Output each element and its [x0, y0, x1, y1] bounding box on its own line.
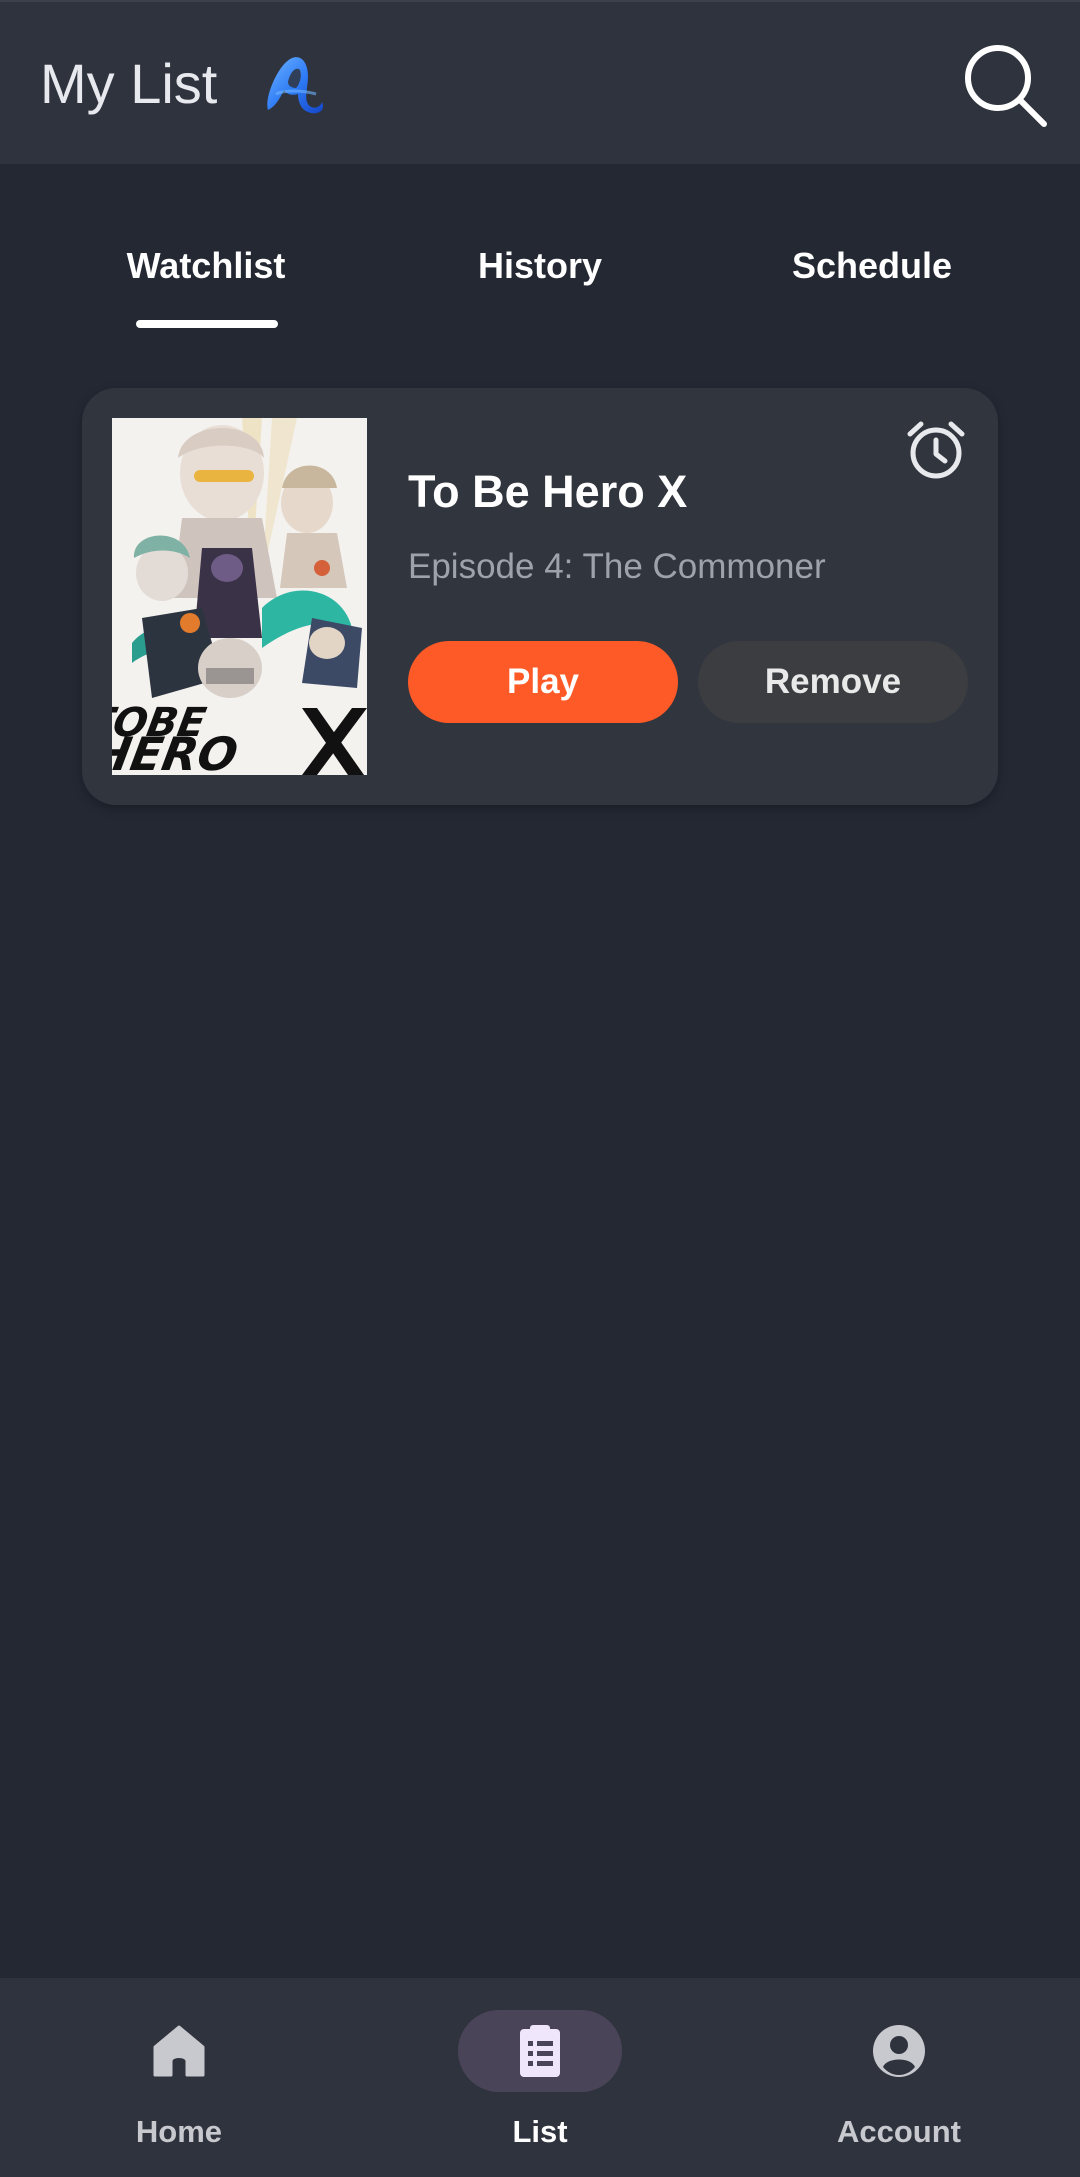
tab-watchlist[interactable]: Watchlist: [100, 244, 312, 288]
remove-button[interactable]: Remove: [698, 641, 968, 723]
nav-label-list: List: [512, 2114, 568, 2149]
nav-label-account: Account: [837, 2114, 961, 2149]
bottom-navigation-bar: Home List Account: [0, 1978, 1080, 2177]
nav-item-home[interactable]: Home: [59, 1978, 299, 2177]
play-button[interactable]: Play: [408, 641, 678, 723]
poster-artwork: TOBE HERO: [112, 418, 367, 775]
show-title[interactable]: To Be Hero X: [408, 466, 687, 518]
app-root: My List Watchlist History Schedule TOBE …: [0, 0, 1080, 2177]
blue-a-logo-icon: [267, 57, 324, 114]
tab-schedule[interactable]: Schedule: [762, 244, 982, 288]
selected-tab-indicator: [136, 320, 278, 328]
search-icon[interactable]: [960, 40, 1050, 130]
tab-bar: Watchlist History Schedule: [0, 164, 1080, 334]
alarm-clock-icon[interactable]: [904, 418, 968, 482]
nav-item-account[interactable]: Account: [779, 1978, 1019, 2177]
nav-item-list[interactable]: List: [420, 1978, 660, 2177]
top-app-bar: My List: [0, 0, 1080, 164]
account-circle-icon: [873, 2025, 925, 2077]
episode-subtitle: Episode 4: The Commoner: [408, 547, 826, 586]
nav-label-home: Home: [135, 2114, 223, 2149]
tab-history[interactable]: History: [440, 244, 640, 288]
page-title: My List: [40, 52, 218, 115]
watchlist-card[interactable]: TOBE HERO To Be Hero X Episode 4: The Co…: [82, 388, 998, 805]
clipboard-list-icon: [520, 2025, 560, 2077]
show-poster[interactable]: TOBE HERO: [112, 418, 367, 775]
home-icon: [153, 2025, 205, 2077]
svg-text:HERO: HERO: [112, 727, 242, 775]
